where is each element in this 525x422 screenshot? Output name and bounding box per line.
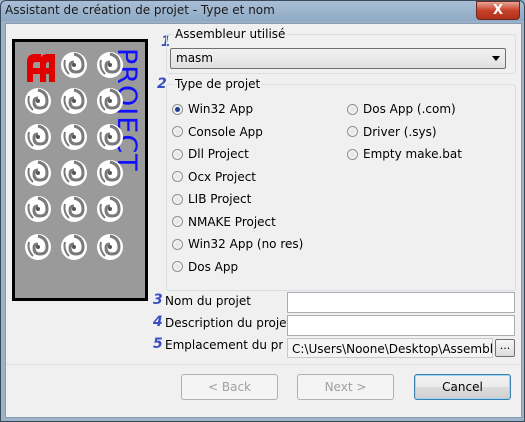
project-type-option-label: Console App xyxy=(188,124,263,139)
assembler-selected-value: masm xyxy=(176,51,213,65)
radio-button-icon[interactable] xyxy=(172,148,183,160)
project-description-input[interactable] xyxy=(287,315,515,336)
radio-button-icon[interactable] xyxy=(172,261,183,272)
project-type-option-label: Ocx Project xyxy=(188,169,257,184)
divider xyxy=(6,364,521,365)
project-type-option[interactable]: Win32 App xyxy=(172,102,253,116)
close-button[interactable]: X xyxy=(476,1,520,20)
chevron-down-icon xyxy=(492,56,500,61)
back-button[interactable]: < Back xyxy=(181,374,278,400)
project-location-value: C:\Users\Noone\Desktop\Assembleur xyxy=(292,342,492,356)
swirl-icon xyxy=(97,160,123,186)
swirl-icon xyxy=(97,52,123,78)
title-bar[interactable]: Assistant de création de projet - Type e… xyxy=(1,1,524,21)
radio-button-icon[interactable] xyxy=(172,103,183,115)
swirl-icon xyxy=(25,160,51,186)
wizard-window: Assistant de création de projet - Type e… xyxy=(0,0,525,422)
swirl-icon xyxy=(97,88,123,114)
swirl-icon xyxy=(61,88,87,114)
swirl-icon xyxy=(61,196,87,222)
project-type-option[interactable]: Console App xyxy=(172,125,263,139)
project-type-option-label: Dos App xyxy=(188,259,239,274)
project-location-label: Emplacement du projet xyxy=(165,338,283,352)
radio-button-icon[interactable] xyxy=(172,216,183,227)
project-type-option-label: Dll Project xyxy=(188,147,249,161)
project-description-label: Description du projet xyxy=(165,316,292,330)
step-number-3: 3 xyxy=(153,292,163,308)
project-type-option[interactable]: Dos App xyxy=(172,260,238,274)
project-type-option[interactable]: Empty make.bat xyxy=(347,147,462,161)
project-type-option[interactable]: Dll Project xyxy=(172,147,249,161)
project-name-input[interactable] xyxy=(287,292,515,313)
radio-button-icon[interactable] xyxy=(172,193,183,205)
project-type-option[interactable]: Driver (.sys) xyxy=(347,125,437,139)
wizard-illustration: PROJECT xyxy=(12,39,148,301)
assembler-group-title: Assembleur utilisé xyxy=(173,27,288,41)
next-button[interactable]: Next > xyxy=(297,374,394,400)
illustration-background: PROJECT xyxy=(15,42,145,298)
project-type-option-label: Win32 App xyxy=(188,102,254,116)
swirl-icon xyxy=(97,234,123,260)
cancel-button[interactable]: Cancel xyxy=(414,374,511,400)
radio-button-icon[interactable] xyxy=(347,148,358,160)
radio-button-icon[interactable] xyxy=(172,171,183,182)
swirl-icon xyxy=(97,124,123,150)
swirl-icon xyxy=(25,124,51,150)
swirl-icon xyxy=(25,234,51,260)
project-type-option-label: Driver (.sys) xyxy=(363,124,437,139)
swirl-icon xyxy=(25,88,51,114)
project-location-input[interactable]: C:\Users\Noone\Desktop\Assembleur xyxy=(287,338,493,358)
close-icon: X xyxy=(492,3,504,18)
assembler-select[interactable]: masm xyxy=(170,48,506,69)
project-type-option[interactable]: LIB Project xyxy=(172,192,251,206)
browse-button[interactable]: ... xyxy=(495,339,515,357)
project-type-option-label: Dos App (.com) xyxy=(363,102,456,116)
step-number-4: 4 xyxy=(153,314,163,330)
project-type-option-label: Win32 App (no res) xyxy=(188,237,304,251)
swirl-icon xyxy=(25,196,51,222)
logo-icon xyxy=(27,54,55,82)
project-name-label: Nom du projet xyxy=(165,294,251,308)
project-type-option-label: NMAKE Project xyxy=(188,214,276,229)
project-type-option[interactable]: Ocx Project xyxy=(172,170,256,184)
swirl-icon xyxy=(97,196,123,222)
step-number-5: 5 xyxy=(153,336,163,352)
radio-button-icon[interactable] xyxy=(172,126,183,137)
project-type-option[interactable]: Win32 App (no res) xyxy=(172,237,303,251)
dialog-body: PROJECT 1 2 3 4 5 Assembleur utilisé mas… xyxy=(5,23,522,418)
swirl-icon xyxy=(61,160,87,186)
project-type-option[interactable]: NMAKE Project xyxy=(172,215,276,229)
radio-button-icon[interactable] xyxy=(347,126,358,137)
project-type-option-label: LIB Project xyxy=(188,192,252,206)
project-type-group-title: Type de projet xyxy=(173,77,263,91)
project-type-option[interactable]: Dos App (.com) xyxy=(347,102,456,116)
window-title: Assistant de création de projet - Type e… xyxy=(5,3,275,17)
radio-button-icon[interactable] xyxy=(347,103,358,115)
swirl-icon xyxy=(61,52,87,78)
swirl-icon xyxy=(61,234,87,260)
radio-button-icon[interactable] xyxy=(172,238,183,250)
swirl-icon xyxy=(61,124,87,150)
project-type-option-label: Empty make.bat xyxy=(363,147,462,161)
